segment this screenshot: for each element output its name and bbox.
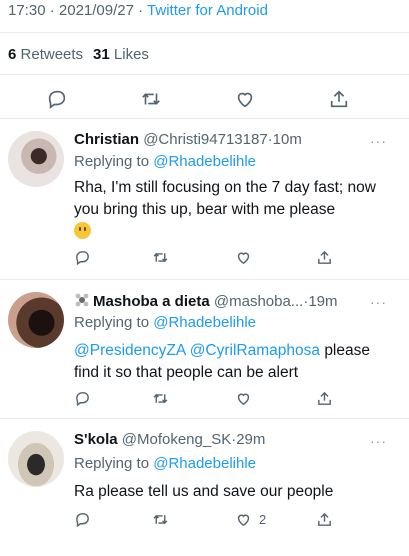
tweet-header: S'kola @Mofokeng_SK·29m <box>74 431 266 448</box>
share-button[interactable] <box>316 390 333 407</box>
retweet-icon <box>153 252 168 263</box>
retweet-button[interactable] <box>151 390 170 407</box>
reply-icon <box>76 392 89 407</box>
tweet-text: Ra please tell us and save our people <box>74 483 334 500</box>
reply-tweet[interactable]: S'kola @Mofokeng_SK·29m ··· Replying to … <box>0 419 409 556</box>
engagement-counts: 6 Retweets 31 Likes <box>8 46 149 63</box>
avatar[interactable] <box>8 431 64 487</box>
grimacing-emoji-icon <box>74 222 91 239</box>
tweet-header: Mashoba a dieta @mashoba...·19m <box>74 292 338 312</box>
avatar[interactable] <box>8 131 64 187</box>
tweet-date: 2021/09/27 <box>58 2 134 19</box>
divider <box>0 74 409 75</box>
retweets-stat[interactable]: 6 Retweets <box>8 46 83 63</box>
share-icon <box>318 391 331 405</box>
share-button[interactable] <box>316 511 333 528</box>
tweet-timestamp-line: 17:30 · 2021/09/27 · Twitter for Android <box>8 2 268 19</box>
divider <box>0 32 409 33</box>
share-button[interactable] <box>328 88 350 110</box>
tweet-time: 17:30 <box>8 2 46 19</box>
like-button[interactable] <box>234 88 256 110</box>
retweet-button[interactable] <box>151 511 170 528</box>
tweet-action-bar <box>0 84 409 114</box>
likes-stat[interactable]: 31 Likes <box>93 46 149 63</box>
reply-tweet[interactable]: Christian @Christi94713187·10m ··· Reply… <box>0 119 409 279</box>
retweet-icon <box>153 393 168 404</box>
retweet-button[interactable] <box>151 249 170 266</box>
replying-to: Replying to @Rhadebelihle <box>74 314 257 331</box>
replying-to-mention[interactable]: @Rhadebelihle <box>153 153 256 170</box>
author-handle[interactable]: @mashoba... <box>214 293 303 310</box>
emoji-badge-icon <box>74 292 90 312</box>
tweet-time: 19m <box>308 293 338 310</box>
reply-icon <box>48 90 66 109</box>
replying-to: Replying to @Rhadebelihle <box>74 455 257 472</box>
more-options-button[interactable]: ··· <box>370 433 387 449</box>
like-button[interactable] <box>235 390 252 407</box>
author-name[interactable]: Mashoba a dieta <box>93 293 210 310</box>
like-icon <box>237 92 253 108</box>
mention-link[interactable]: @PresidencyZA <box>74 342 185 359</box>
author-handle[interactable]: @Christi94713187 <box>143 131 267 148</box>
share-icon <box>318 250 331 264</box>
author-handle[interactable]: @Mofokeng_SK <box>122 431 231 448</box>
reply-icon <box>76 513 89 528</box>
reply-button[interactable] <box>46 88 68 110</box>
mention-link[interactable]: @CyrilRamaphosa <box>190 342 320 359</box>
more-options-button[interactable]: ··· <box>370 133 387 149</box>
retweet-button[interactable] <box>139 88 163 110</box>
like-button[interactable]: 2 <box>235 511 266 528</box>
share-icon <box>330 90 348 108</box>
avatar[interactable] <box>8 292 64 348</box>
like-icon <box>237 514 250 527</box>
like-icon <box>237 393 250 406</box>
reply-button[interactable] <box>74 390 91 407</box>
tweet-time: 29m <box>236 431 266 448</box>
like-icon <box>237 252 250 265</box>
author-name[interactable]: S'kola <box>74 431 118 448</box>
replying-to-mention[interactable]: @Rhadebelihle <box>153 455 256 472</box>
replying-to: Replying to @Rhadebelihle <box>74 153 257 170</box>
replying-to-mention[interactable]: @Rhadebelihle <box>153 314 256 331</box>
tweet-client-link[interactable]: Twitter for Android <box>147 2 268 19</box>
reply-button[interactable] <box>74 249 91 266</box>
share-button[interactable] <box>316 249 333 266</box>
tweet-text: @PresidencyZA @CyrilRamaphosa please fin… <box>74 342 370 381</box>
tweet-text: Rha, I'm still focusing on the 7 day fas… <box>74 177 394 243</box>
author-name[interactable]: Christian <box>74 131 139 148</box>
retweet-icon <box>142 93 160 105</box>
reply-tweet[interactable]: Mashoba a dieta @mashoba...·19m ··· Repl… <box>0 280 409 418</box>
like-button[interactable] <box>235 249 252 266</box>
more-options-button[interactable]: ··· <box>370 294 387 310</box>
tweet-time: 10m <box>272 131 302 148</box>
tweet-header: Christian @Christi94713187·10m <box>74 131 302 148</box>
reply-icon <box>76 251 89 266</box>
reply-button[interactable] <box>74 511 91 528</box>
like-count: 2 <box>259 512 267 527</box>
share-icon <box>318 512 331 526</box>
retweet-icon <box>153 514 168 525</box>
